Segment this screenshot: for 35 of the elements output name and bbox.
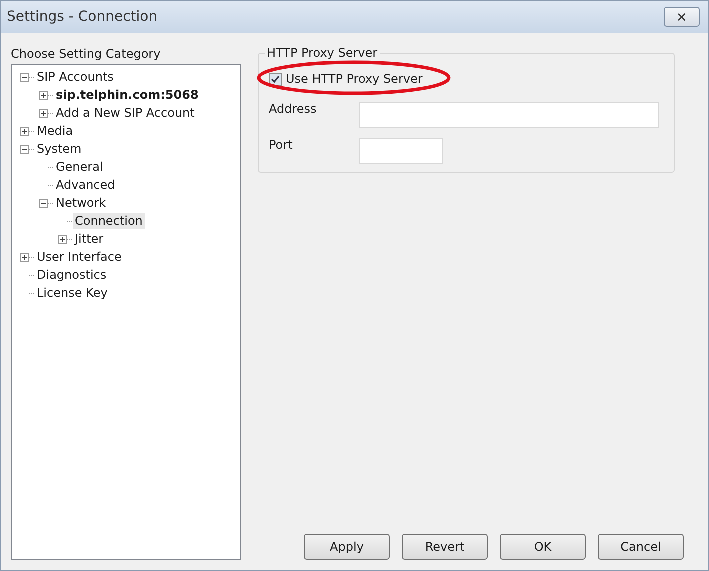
field-label: Address — [269, 102, 318, 116]
tree-item[interactable]: sip.telphin.com:5068 — [54, 87, 201, 103]
tree-item[interactable]: License Key — [35, 285, 110, 301]
dialog-button[interactable]: Cancel — [598, 534, 684, 560]
window-title: Settings - Connection — [7, 9, 158, 25]
expand-icon[interactable] — [58, 234, 67, 244]
tree-item[interactable]: Jitter — [73, 231, 106, 247]
field-label: Port — [269, 138, 294, 152]
tree-item[interactable]: Diagnostics — [35, 267, 109, 283]
dialog-button[interactable]: Apply — [304, 534, 390, 560]
dialog-button[interactable]: Revert — [402, 534, 488, 560]
tree-item[interactable]: Add a New SIP Account — [54, 105, 197, 121]
tree-item[interactable]: General — [54, 159, 106, 175]
expand-icon[interactable] — [39, 90, 48, 100]
expand-icon[interactable] — [20, 126, 29, 136]
tree-item[interactable]: SIP Accounts — [35, 69, 116, 85]
category-label: Choose Setting Category — [11, 47, 162, 61]
expand-icon[interactable] — [39, 108, 48, 118]
checkbox-label: Use HTTP Proxy Server — [286, 72, 423, 86]
collapse-icon[interactable] — [20, 144, 29, 154]
tree-item[interactable]: Media — [35, 123, 76, 139]
expand-icon[interactable] — [20, 252, 29, 262]
tree-item[interactable]: Network — [54, 195, 108, 211]
tree-item[interactable]: Advanced — [54, 177, 118, 193]
collapse-icon[interactable] — [20, 72, 29, 82]
address-field[interactable] — [359, 102, 659, 128]
tree-item[interactable]: Connection — [73, 213, 145, 229]
port-field[interactable] — [359, 138, 443, 164]
proxy-checkbox[interactable] — [269, 72, 282, 86]
close-button[interactable]: ✕ — [664, 7, 700, 27]
tree-item[interactable]: User Interface — [35, 249, 124, 265]
tree-item[interactable]: System — [35, 141, 84, 157]
group-title: HTTP Proxy Server — [265, 46, 380, 60]
collapse-icon[interactable] — [39, 198, 48, 208]
dialog-button[interactable]: OK — [500, 534, 586, 560]
